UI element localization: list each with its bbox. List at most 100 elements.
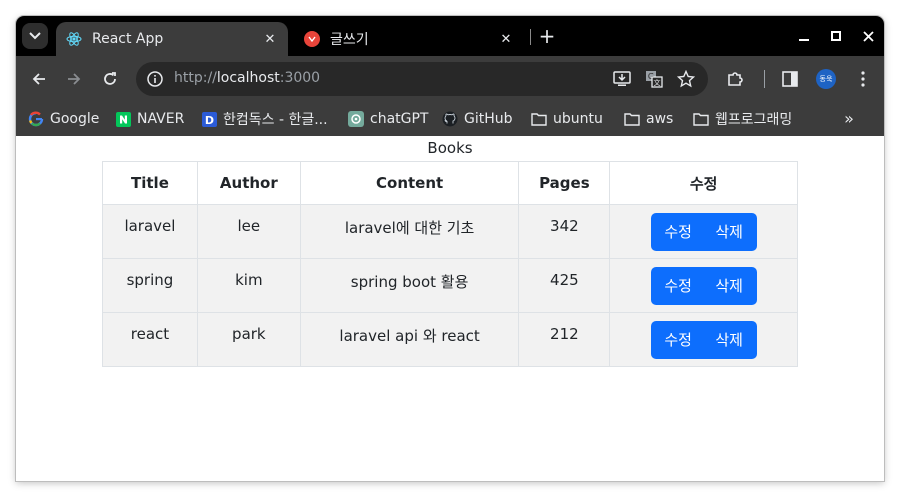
cell-actions: 수정 삭제 [609,258,798,313]
bookmark-label: GitHub [464,111,513,127]
svg-text:文: 文 [654,78,661,87]
cell-title: laravel [102,204,198,259]
info-icon[interactable] [146,70,164,88]
bookmark-folder-webprog[interactable]: 웹프로그래밍 [693,109,792,129]
hancom-icon: D [201,111,217,127]
tab-divider [530,29,531,45]
reload-icon [104,72,116,85]
minimize-button[interactable] [794,26,814,46]
extensions-button[interactable] [724,68,746,90]
column-header-pages: Pages [518,161,611,205]
naver-icon [115,111,131,127]
browser-toolbar: http://localhost:3000 G文 동욱 [16,56,884,102]
column-header-content: Content [299,161,520,205]
bookmark-google[interactable]: Google [28,109,99,129]
bookmark-label: 웹프로그래밍 [715,112,793,128]
browser-window: React App ✕ 글쓰기 ✕ + http://localhost:300… [16,16,884,481]
bookmark-label: chatGPT [370,111,429,127]
puzzle-icon [728,72,743,86]
edit-button[interactable]: 수정 [650,267,706,305]
cell-title: react [102,312,198,367]
profile-avatar[interactable]: 동욱 [816,69,836,89]
cell-content: spring boot 활용 [299,258,520,313]
delete-button[interactable]: 삭제 [701,213,757,251]
bookmarks-overflow-icon[interactable]: » [838,109,860,129]
side-panel-button[interactable] [779,68,801,90]
cell-pages: 425 [518,258,611,313]
app-icon [304,31,320,47]
column-header-title: Title [102,161,198,205]
install-app-icon[interactable] [612,70,632,88]
close-window-button[interactable] [858,26,878,46]
maximize-button[interactable] [826,26,846,46]
close-icon[interactable]: ✕ [260,29,280,49]
back-button[interactable] [28,68,50,90]
url-port: :3000 [279,70,321,86]
new-tab-button[interactable]: + [536,26,558,48]
more-vert-icon [861,71,865,87]
react-icon [66,31,82,47]
delete-button[interactable]: 삭제 [701,267,757,305]
close-icon[interactable]: ✕ [496,29,516,49]
side-panel-icon [782,71,798,87]
delete-button[interactable]: 삭제 [701,321,757,359]
bookmarks-bar: Google NAVER D 한컴독스 - 한글... chatGPT GitH… [16,102,884,136]
reload-button[interactable] [99,68,121,90]
table-header-row: Title Author Content Pages 수정 [102,161,798,205]
tab-search-button[interactable] [22,23,48,49]
github-icon [442,111,458,127]
cell-author: park [196,312,301,367]
cell-pages: 342 [518,204,611,259]
minimize-icon [799,39,809,41]
cell-title: spring [102,258,198,313]
table-row: spring kim spring boot 활용 425 수정 삭제 [102,258,798,313]
close-icon [862,30,874,42]
edit-button[interactable]: 수정 [650,213,706,251]
google-icon [28,111,44,127]
page-content: Books Title Author Content Pages 수정 lara… [16,136,884,481]
cell-author: kim [196,258,301,313]
tab-react-app[interactable]: React App ✕ [56,22,288,56]
bookmark-hancom[interactable]: D 한컴독스 - 한글... [201,109,328,129]
cell-content: laravel에 대한 기초 [299,204,520,259]
bookmark-label: aws [646,111,674,127]
menu-button[interactable] [852,68,874,90]
table-row: laravel lee laravel에 대한 기초 342 수정 삭제 [102,204,798,259]
arrow-right-icon [68,73,81,85]
bookmark-naver[interactable]: NAVER [115,109,184,129]
edit-button[interactable]: 수정 [650,321,706,359]
url-host: localhost [216,70,280,86]
table-row: react park laravel api 와 react 212 수정 삭제 [102,312,798,367]
bookmark-star-icon[interactable] [676,70,696,88]
folder-icon [693,111,709,127]
url-scheme: http:// [174,70,217,86]
bookmark-github[interactable]: GitHub [442,109,513,129]
bookmark-folder-aws[interactable]: aws [624,109,673,129]
arrow-left-icon [32,73,45,85]
translate-icon[interactable]: G文 [644,70,664,88]
bookmark-label: ubuntu [553,111,603,127]
cell-content: laravel api 와 react [299,312,520,367]
forward-button[interactable] [63,68,85,90]
toolbar-divider [764,70,765,88]
column-header-author: Author [196,161,301,205]
books-table: Title Author Content Pages 수정 laravel le… [102,161,798,367]
maximize-icon [831,31,841,41]
tab-write[interactable]: 글쓰기 ✕ [294,22,524,56]
tab-title: 글쓰기 [330,32,369,48]
folder-icon [624,111,640,127]
cell-author: lee [196,204,301,259]
chevron-down-icon [29,32,41,40]
address-bar[interactable]: http://localhost:3000 G文 [136,62,708,96]
table-caption: Books [427,139,473,157]
bookmark-label: 한컴독스 - 한글... [223,112,328,128]
url-text: http://localhost:3000 [174,70,320,86]
bookmark-label: NAVER [137,111,185,127]
bookmark-label: Google [50,111,100,127]
bookmark-folder-ubuntu[interactable]: ubuntu [531,109,603,129]
tab-title: React App [92,31,164,47]
svg-text:D: D [204,114,213,127]
cell-actions: 수정 삭제 [609,312,798,367]
bookmark-chatgpt[interactable]: chatGPT [348,109,428,129]
cell-actions: 수정 삭제 [609,204,798,259]
